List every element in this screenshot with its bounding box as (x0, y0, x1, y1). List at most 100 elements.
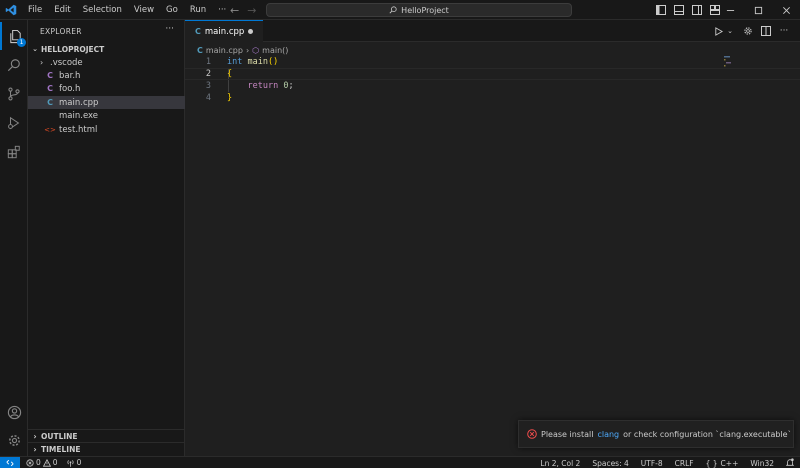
encoding[interactable]: UTF-8 (641, 459, 663, 468)
braces-icon: { } (705, 458, 718, 468)
line-text: int main() (227, 57, 278, 67)
problems-indicator[interactable]: 0 0 (26, 458, 58, 467)
brace: { (227, 69, 233, 79)
split-editor-icon[interactable] (760, 24, 772, 38)
cursor-position[interactable]: Ln 2, Col 2 (540, 459, 580, 468)
cpp-file-icon: C (197, 45, 203, 55)
ports-count: 0 (76, 458, 82, 467)
tab-main-cpp[interactable]: C main.cpp (185, 20, 263, 42)
line-number: 2 (205, 69, 211, 79)
run-debug-icon[interactable] (0, 109, 28, 137)
menu-view[interactable]: View (128, 0, 160, 20)
minimize-icon[interactable] (716, 0, 744, 20)
editor-actions: ⌄ ··· (712, 24, 790, 38)
tree-item-main-cpp[interactable]: C main.cpp (28, 96, 185, 109)
chevron-down-icon[interactable]: ⌄ (724, 24, 736, 38)
c-file-icon: C (47, 71, 53, 80)
code-line: 1 int main() (185, 56, 800, 68)
notification-text-pre: Please install (541, 429, 594, 439)
menu-edit[interactable]: Edit (48, 0, 76, 20)
folder-name: HELLOPROJECT (41, 44, 105, 54)
remote-indicator-icon[interactable] (0, 456, 20, 468)
chevron-right-icon: › (40, 58, 44, 67)
editor-area: C main.cpp ⌄ ··· C main.cpp › ⬡ main() 1 (185, 20, 800, 456)
tree-item-label: main.cpp (59, 97, 99, 108)
brace: } (227, 93, 233, 103)
chevron-right-icon: › (33, 431, 37, 441)
layout-controls (654, 0, 722, 20)
notification-toast: Please install clang or check configurat… (518, 420, 794, 448)
tree-item-foo-h[interactable]: C foo.h (28, 82, 185, 95)
breadcrumb-file[interactable]: main.cpp (206, 46, 243, 55)
accounts-icon[interactable] (0, 398, 28, 426)
tree-item-label: main.exe (59, 110, 99, 121)
sidebar-title: EXPLORER (40, 27, 82, 36)
indentation[interactable]: Spaces: 4 (592, 459, 628, 468)
notifications-bell-icon[interactable] (785, 457, 795, 468)
tree-item-bar-h[interactable]: C bar.h (28, 69, 185, 82)
function-name: main (247, 57, 268, 67)
tab-bar: C main.cpp ⌄ ··· (185, 20, 800, 42)
menu-bar: File Edit Selection View Go Run ··· (22, 0, 232, 20)
toggle-secondary-sidebar-icon[interactable] (690, 3, 704, 17)
error-count: 0 (36, 458, 41, 467)
code-line: 3 return 0; (185, 80, 800, 92)
tree-item-main-exe[interactable]: main.exe (28, 109, 185, 122)
language-label: C++ (720, 458, 739, 468)
line-ending[interactable]: CRLF (675, 459, 694, 468)
unsaved-dot-icon[interactable] (248, 29, 253, 34)
explorer-icon[interactable]: 1 (0, 22, 28, 50)
chevron-down-icon: ⌄ (32, 45, 38, 53)
menu-go[interactable]: Go (160, 0, 184, 20)
code-editor[interactable]: 1 int main() 2 { 3 return 0; 4 } (185, 56, 800, 104)
menu-run[interactable]: Run (184, 0, 212, 20)
tree-item-label: .vscode (50, 57, 83, 68)
window-controls (716, 0, 800, 20)
command-center-search[interactable]: HelloProject (266, 3, 572, 17)
error-icon (527, 429, 537, 439)
chevron-right-icon: › (33, 444, 37, 454)
chevron-right-icon: › (245, 45, 250, 55)
more-actions-icon[interactable]: ··· (778, 24, 790, 38)
parens: () (267, 57, 279, 67)
source-control-icon[interactable] (0, 80, 28, 108)
warning-count: 0 (52, 458, 58, 467)
line-number: 4 (205, 93, 211, 103)
breadcrumb: C main.cpp › ⬡ main() (197, 44, 288, 56)
line-text: } (227, 93, 232, 103)
status-bar: 0 0 0 Ln 2, Col 2 Spaces: 4 UTF-8 CRLF {… (0, 456, 800, 468)
close-icon[interactable] (772, 0, 800, 20)
outline-section[interactable]: › OUTLINE (28, 429, 185, 442)
minimap[interactable] (724, 56, 734, 96)
warning-icon (42, 458, 51, 467)
tree-item-label: bar.h (59, 70, 81, 81)
activity-bar: 1 (0, 20, 28, 456)
c-file-icon: C (47, 84, 53, 93)
vscode-logo-icon (0, 0, 22, 20)
title-bar: File Edit Selection View Go Run ··· ← → … (0, 0, 800, 20)
tree-item-vscode[interactable]: › .vscode (28, 56, 185, 69)
toggle-panel-icon[interactable] (672, 3, 686, 17)
more-actions-icon[interactable]: ··· (165, 24, 174, 34)
language-mode[interactable]: { } C++ (706, 459, 739, 468)
tree-item-test-html[interactable]: <> test.html (28, 123, 185, 136)
line-number: 3 (205, 81, 211, 91)
settings-gear-icon[interactable] (742, 24, 754, 38)
status-left: 0 0 0 (26, 458, 81, 467)
toggle-primary-sidebar-icon[interactable] (654, 3, 668, 17)
search-view-icon[interactable] (0, 51, 28, 79)
clang-link[interactable]: clang (597, 430, 619, 439)
maximize-icon[interactable] (744, 0, 772, 20)
menu-selection[interactable]: Selection (77, 0, 128, 20)
run-play-icon[interactable] (712, 24, 724, 38)
menu-file[interactable]: File (22, 0, 48, 20)
manage-gear-icon[interactable] (0, 426, 28, 454)
project-folder-header[interactable]: ⌄ HELLOPROJECT (28, 42, 185, 56)
forward-arrow-icon[interactable]: → (247, 4, 256, 17)
extensions-icon[interactable] (0, 138, 28, 166)
breadcrumb-symbol[interactable]: main() (262, 46, 288, 55)
back-arrow-icon[interactable]: ← (230, 4, 239, 17)
timeline-section[interactable]: › TIMELINE (28, 442, 185, 455)
ports-indicator[interactable]: 0 (66, 458, 82, 467)
platform-config[interactable]: Win32 (750, 459, 774, 468)
